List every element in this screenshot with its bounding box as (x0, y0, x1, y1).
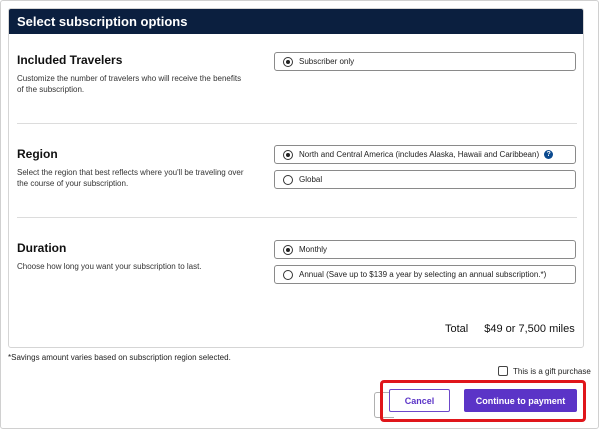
option-label: North and Central America (includes Alas… (299, 150, 540, 159)
option-annual[interactable]: Annual (Save up to $139 a year by select… (274, 265, 576, 284)
travelers-description: Customize the number of travelers who wi… (17, 74, 242, 94)
radio-unselected-icon (283, 269, 293, 280)
option-subscriber-only[interactable]: Subscriber only (274, 52, 576, 71)
radio-unselected-icon (283, 174, 293, 185)
total-value: $49 or 7,500 miles (484, 323, 575, 335)
gift-checkbox[interactable] (498, 366, 508, 376)
duration-description: Choose how long you want your subscripti… (17, 262, 202, 271)
subscription-options-panel: Select subscription options Included Tra… (8, 8, 584, 348)
section-divider (17, 217, 577, 218)
section-divider (17, 123, 577, 124)
option-north-central-america[interactable]: North and Central America (includes Alas… (274, 145, 576, 164)
gift-label: This is a gift purchase (513, 366, 591, 376)
continue-to-payment-button[interactable]: Continue to payment (464, 389, 577, 412)
gift-purchase-row[interactable]: This is a gift purchase (498, 366, 591, 376)
savings-footnote: *Savings amount varies based on subscrip… (8, 353, 231, 362)
radio-selected-icon (283, 56, 293, 67)
region-description: Select the region that best reflects whe… (17, 168, 244, 188)
radio-selected-icon (283, 149, 293, 160)
option-label: Annual (Save up to $139 a year by select… (299, 270, 547, 279)
radio-selected-icon (283, 244, 293, 255)
panel-title: Select subscription options (9, 9, 583, 34)
option-label: Subscriber only (299, 57, 355, 66)
option-global[interactable]: Global (274, 170, 576, 189)
option-label: Global (299, 175, 323, 184)
cancel-button[interactable]: Cancel (389, 389, 450, 412)
total-row: Total $49 or 7,500 miles (445, 323, 575, 335)
help-icon[interactable]: ? (544, 150, 554, 159)
option-monthly[interactable]: Monthly (274, 240, 576, 259)
option-label: Monthly (299, 245, 328, 254)
total-label: Total (445, 323, 469, 335)
